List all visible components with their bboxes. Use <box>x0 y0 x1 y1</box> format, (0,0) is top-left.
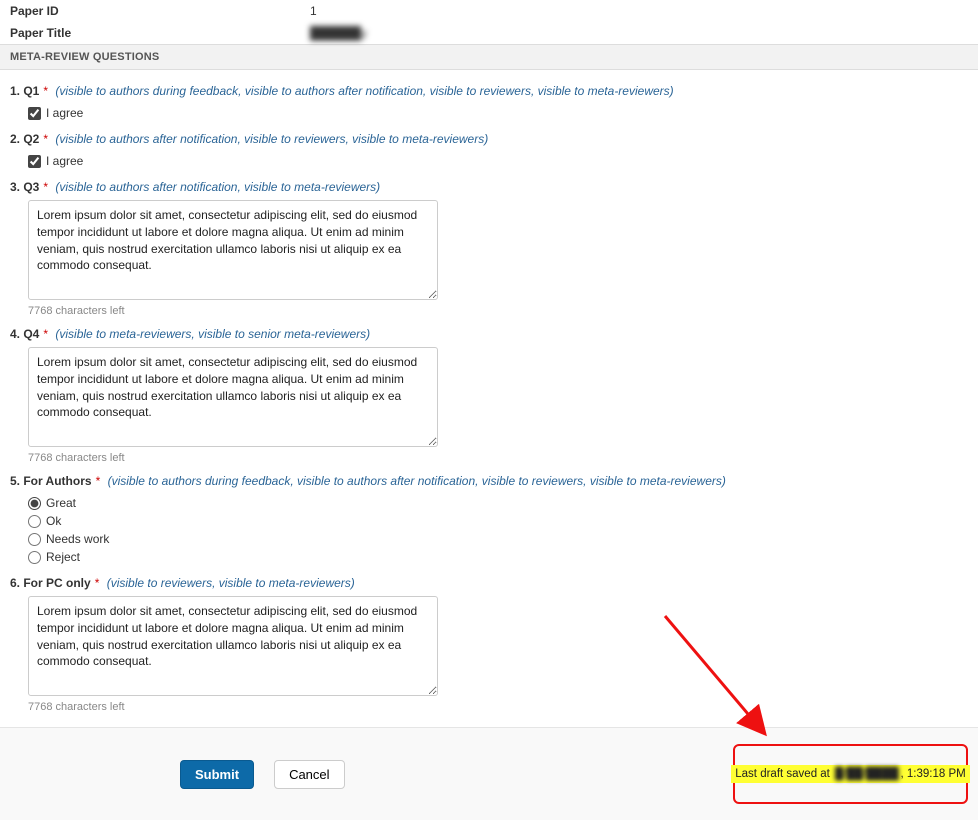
q1-agree-label: I agree <box>46 106 83 120</box>
q6-textarea[interactable] <box>28 596 438 696</box>
q1-agree-checkbox[interactable] <box>28 107 41 120</box>
q1-label: 1. Q1 <box>10 84 39 98</box>
q5-opt-great: Great <box>46 496 76 510</box>
cancel-button[interactable]: Cancel <box>274 760 344 789</box>
q3-textarea[interactable] <box>28 200 438 300</box>
paper-id-label: Paper ID <box>10 4 310 18</box>
question-q6: 6. For PC only * (visible to reviewers, v… <box>10 576 968 713</box>
q2-agree-label: I agree <box>46 154 83 168</box>
q5-opt-needs-work: Needs work <box>46 532 109 546</box>
q4-chars-left: 7768 characters left <box>28 452 968 464</box>
q3-chars-left: 7768 characters left <box>28 305 968 317</box>
question-q3: 3. Q3 * (visible to authors after notific… <box>10 180 968 317</box>
q5-radio-reject[interactable] <box>28 551 41 564</box>
paper-id-row: Paper ID 1 <box>0 0 978 22</box>
q5-visibility: (visible to authors during feedback, vis… <box>108 474 726 488</box>
question-q4: 4. Q4 * (visible to meta-reviewers, visib… <box>10 327 968 464</box>
saved-time: , 1:39:18 PM <box>901 768 966 780</box>
required-mark: * <box>96 474 101 488</box>
q5-opt-ok: Ok <box>46 514 61 528</box>
q2-label: 2. Q2 <box>10 132 39 146</box>
questions-container: 1. Q1 * (visible to authors during feedba… <box>0 70 978 727</box>
q5-label: 5. For Authors <box>10 474 92 488</box>
required-mark: * <box>43 132 48 146</box>
q5-radio-great[interactable] <box>28 497 41 510</box>
q3-visibility: (visible to authors after notification, … <box>55 180 380 194</box>
paper-title-row: Paper Title ██████y <box>0 22 978 44</box>
required-mark: * <box>43 327 48 341</box>
paper-title-label: Paper Title <box>10 26 310 40</box>
q5-radio-needs-work[interactable] <box>28 533 41 546</box>
last-saved-callout: Last draft saved at █/██/████, 1:39:18 P… <box>733 744 968 804</box>
q4-textarea[interactable] <box>28 347 438 447</box>
q4-visibility: (visible to meta-reviewers, visible to s… <box>55 327 370 341</box>
q2-agree-checkbox[interactable] <box>28 155 41 168</box>
saved-date: █/██/████ <box>833 768 900 780</box>
saved-prefix: Last draft saved at <box>735 768 833 780</box>
q5-opt-reject: Reject <box>46 550 80 564</box>
question-q5: 5. For Authors * (visible to authors duri… <box>10 474 968 566</box>
submit-button[interactable]: Submit <box>180 760 254 789</box>
footer-bar: Submit Cancel Last draft saved at █/██/█… <box>0 727 978 820</box>
q6-chars-left: 7768 characters left <box>28 701 968 713</box>
q3-label: 3. Q3 <box>10 180 39 194</box>
section-header: META-REVIEW QUESTIONS <box>0 44 978 70</box>
q6-visibility: (visible to reviewers, visible to meta-r… <box>107 576 355 590</box>
q2-visibility: (visible to authors after notification, … <box>55 132 488 146</box>
q5-radio-ok[interactable] <box>28 515 41 528</box>
q4-label: 4. Q4 <box>10 327 39 341</box>
required-mark: * <box>95 576 100 590</box>
q5-options: Great Ok Needs work Reject <box>28 494 968 566</box>
question-q1: 1. Q1 * (visible to authors during feedba… <box>10 84 968 122</box>
required-mark: * <box>43 180 48 194</box>
paper-title-value: ██████y <box>310 26 367 40</box>
question-q2: 2. Q2 * (visible to authors after notific… <box>10 132 968 170</box>
q1-visibility: (visible to authors during feedback, vis… <box>55 84 673 98</box>
required-mark: * <box>43 84 48 98</box>
q6-label: 6. For PC only <box>10 576 91 590</box>
last-saved-text: Last draft saved at █/██/████, 1:39:18 P… <box>731 765 969 783</box>
paper-id-value: 1 <box>310 4 317 18</box>
